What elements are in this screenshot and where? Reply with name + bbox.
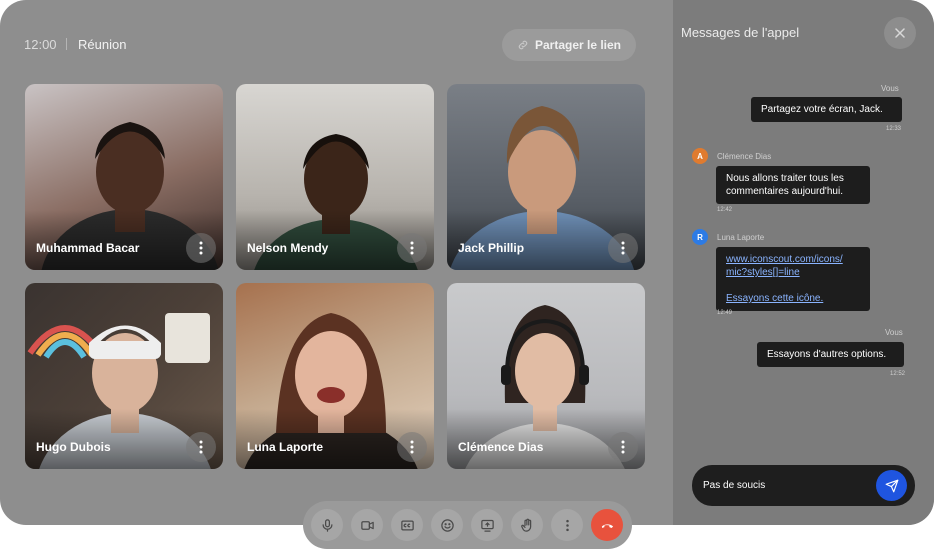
send-icon (885, 479, 898, 492)
reactions-button[interactable] (431, 509, 463, 541)
chat-panel: Messages de l'appel Vous Partagez votre … (673, 0, 934, 525)
microphone-button[interactable] (311, 509, 343, 541)
message-sender: Luna Laporte (717, 233, 765, 242)
participant-name: Nelson Mendy (247, 241, 329, 255)
captions-button[interactable] (391, 509, 423, 541)
participant-tile[interactable]: Hugo Dubois (25, 283, 223, 469)
message-bubble: Partagez votre écran, Jack. (751, 97, 902, 122)
message-link[interactable]: www.iconscout.com/icons/mic?styles[]=lin… (726, 254, 843, 278)
message-sender: Vous (881, 84, 899, 93)
participant-menu-button[interactable] (397, 432, 427, 462)
captions-icon (400, 520, 414, 530)
message-input[interactable] (703, 477, 873, 494)
participant-menu-button[interactable] (608, 233, 638, 263)
more-vertical-icon (621, 440, 625, 454)
share-link-label: Partager le lien (534, 38, 622, 52)
more-vertical-icon (199, 241, 203, 255)
screen-share-button[interactable] (471, 509, 503, 541)
message-bubble: Nous allons traiter tous les commentaire… (716, 166, 870, 204)
call-controls (303, 501, 632, 549)
video-camera-icon (360, 520, 374, 530)
end-call-button[interactable] (591, 509, 623, 541)
more-options-button[interactable] (551, 509, 583, 541)
message-link-text[interactable]: Essayons cette icône. (726, 293, 823, 304)
participant-name: Muhammad Bacar (36, 241, 140, 255)
participant-menu-button[interactable] (186, 233, 216, 263)
chat-title: Messages de l'appel (681, 25, 800, 40)
participant-menu-button[interactable] (397, 233, 427, 263)
link-icon (518, 40, 528, 50)
more-vertical-icon (410, 440, 414, 454)
message-time: 12:49 (717, 310, 733, 316)
participant-tile[interactable]: Jack Phillip (447, 84, 645, 270)
call-window: 12:00 Réunion Partager le lien Muhammad … (0, 0, 934, 525)
raise-hand-button[interactable] (511, 509, 543, 541)
more-vertical-icon (199, 440, 203, 454)
participant-name: Luna Laporte (247, 440, 324, 454)
message-sender: Vous (885, 328, 903, 337)
meeting-title: Réunion (78, 37, 127, 52)
send-button[interactable] (876, 470, 907, 501)
participant-name: Jack Phillip (458, 241, 525, 255)
meeting-time: 12:00 (24, 37, 57, 52)
emoji-icon (440, 518, 454, 532)
close-chat-button[interactable] (884, 17, 916, 49)
participant-tile[interactable]: Muhammad Bacar (25, 84, 223, 270)
participant-tile[interactable]: Clémence Dias (447, 283, 645, 469)
message-time: 12:33 (886, 126, 902, 132)
message-composer (692, 465, 915, 506)
avatar: R (692, 229, 708, 245)
screen-share-icon (480, 519, 494, 532)
message-link-line: www.iconscout.com/icons/ (726, 254, 843, 265)
message-link-line: mic?styles[]=line (726, 267, 800, 278)
message-time: 12:52 (890, 371, 906, 377)
share-link-button[interactable]: Partager le lien (502, 29, 636, 61)
more-vertical-icon (621, 241, 625, 255)
close-icon (895, 28, 905, 38)
more-vertical-icon (410, 241, 414, 255)
participant-name: Hugo Dubois (36, 440, 111, 454)
end-call-icon (601, 523, 613, 528)
participant-menu-button[interactable] (186, 432, 216, 462)
camera-button[interactable] (351, 509, 383, 541)
raise-hand-icon (520, 518, 531, 532)
message-time: 12:42 (717, 207, 733, 213)
message-bubble: Essayons d'autres options. (757, 342, 904, 367)
microphone-icon (322, 518, 332, 532)
header-divider (66, 38, 67, 50)
message-bubble: www.iconscout.com/icons/mic?styles[]=lin… (716, 247, 870, 311)
participant-tile[interactable]: Luna Laporte (236, 283, 434, 469)
participant-menu-button[interactable] (608, 432, 638, 462)
message-sender: Clémence Dias (717, 152, 772, 161)
avatar: A (692, 148, 708, 164)
participant-tile[interactable]: Nelson Mendy (236, 84, 434, 270)
participant-name: Clémence Dias (458, 440, 544, 454)
more-icon (565, 519, 569, 531)
